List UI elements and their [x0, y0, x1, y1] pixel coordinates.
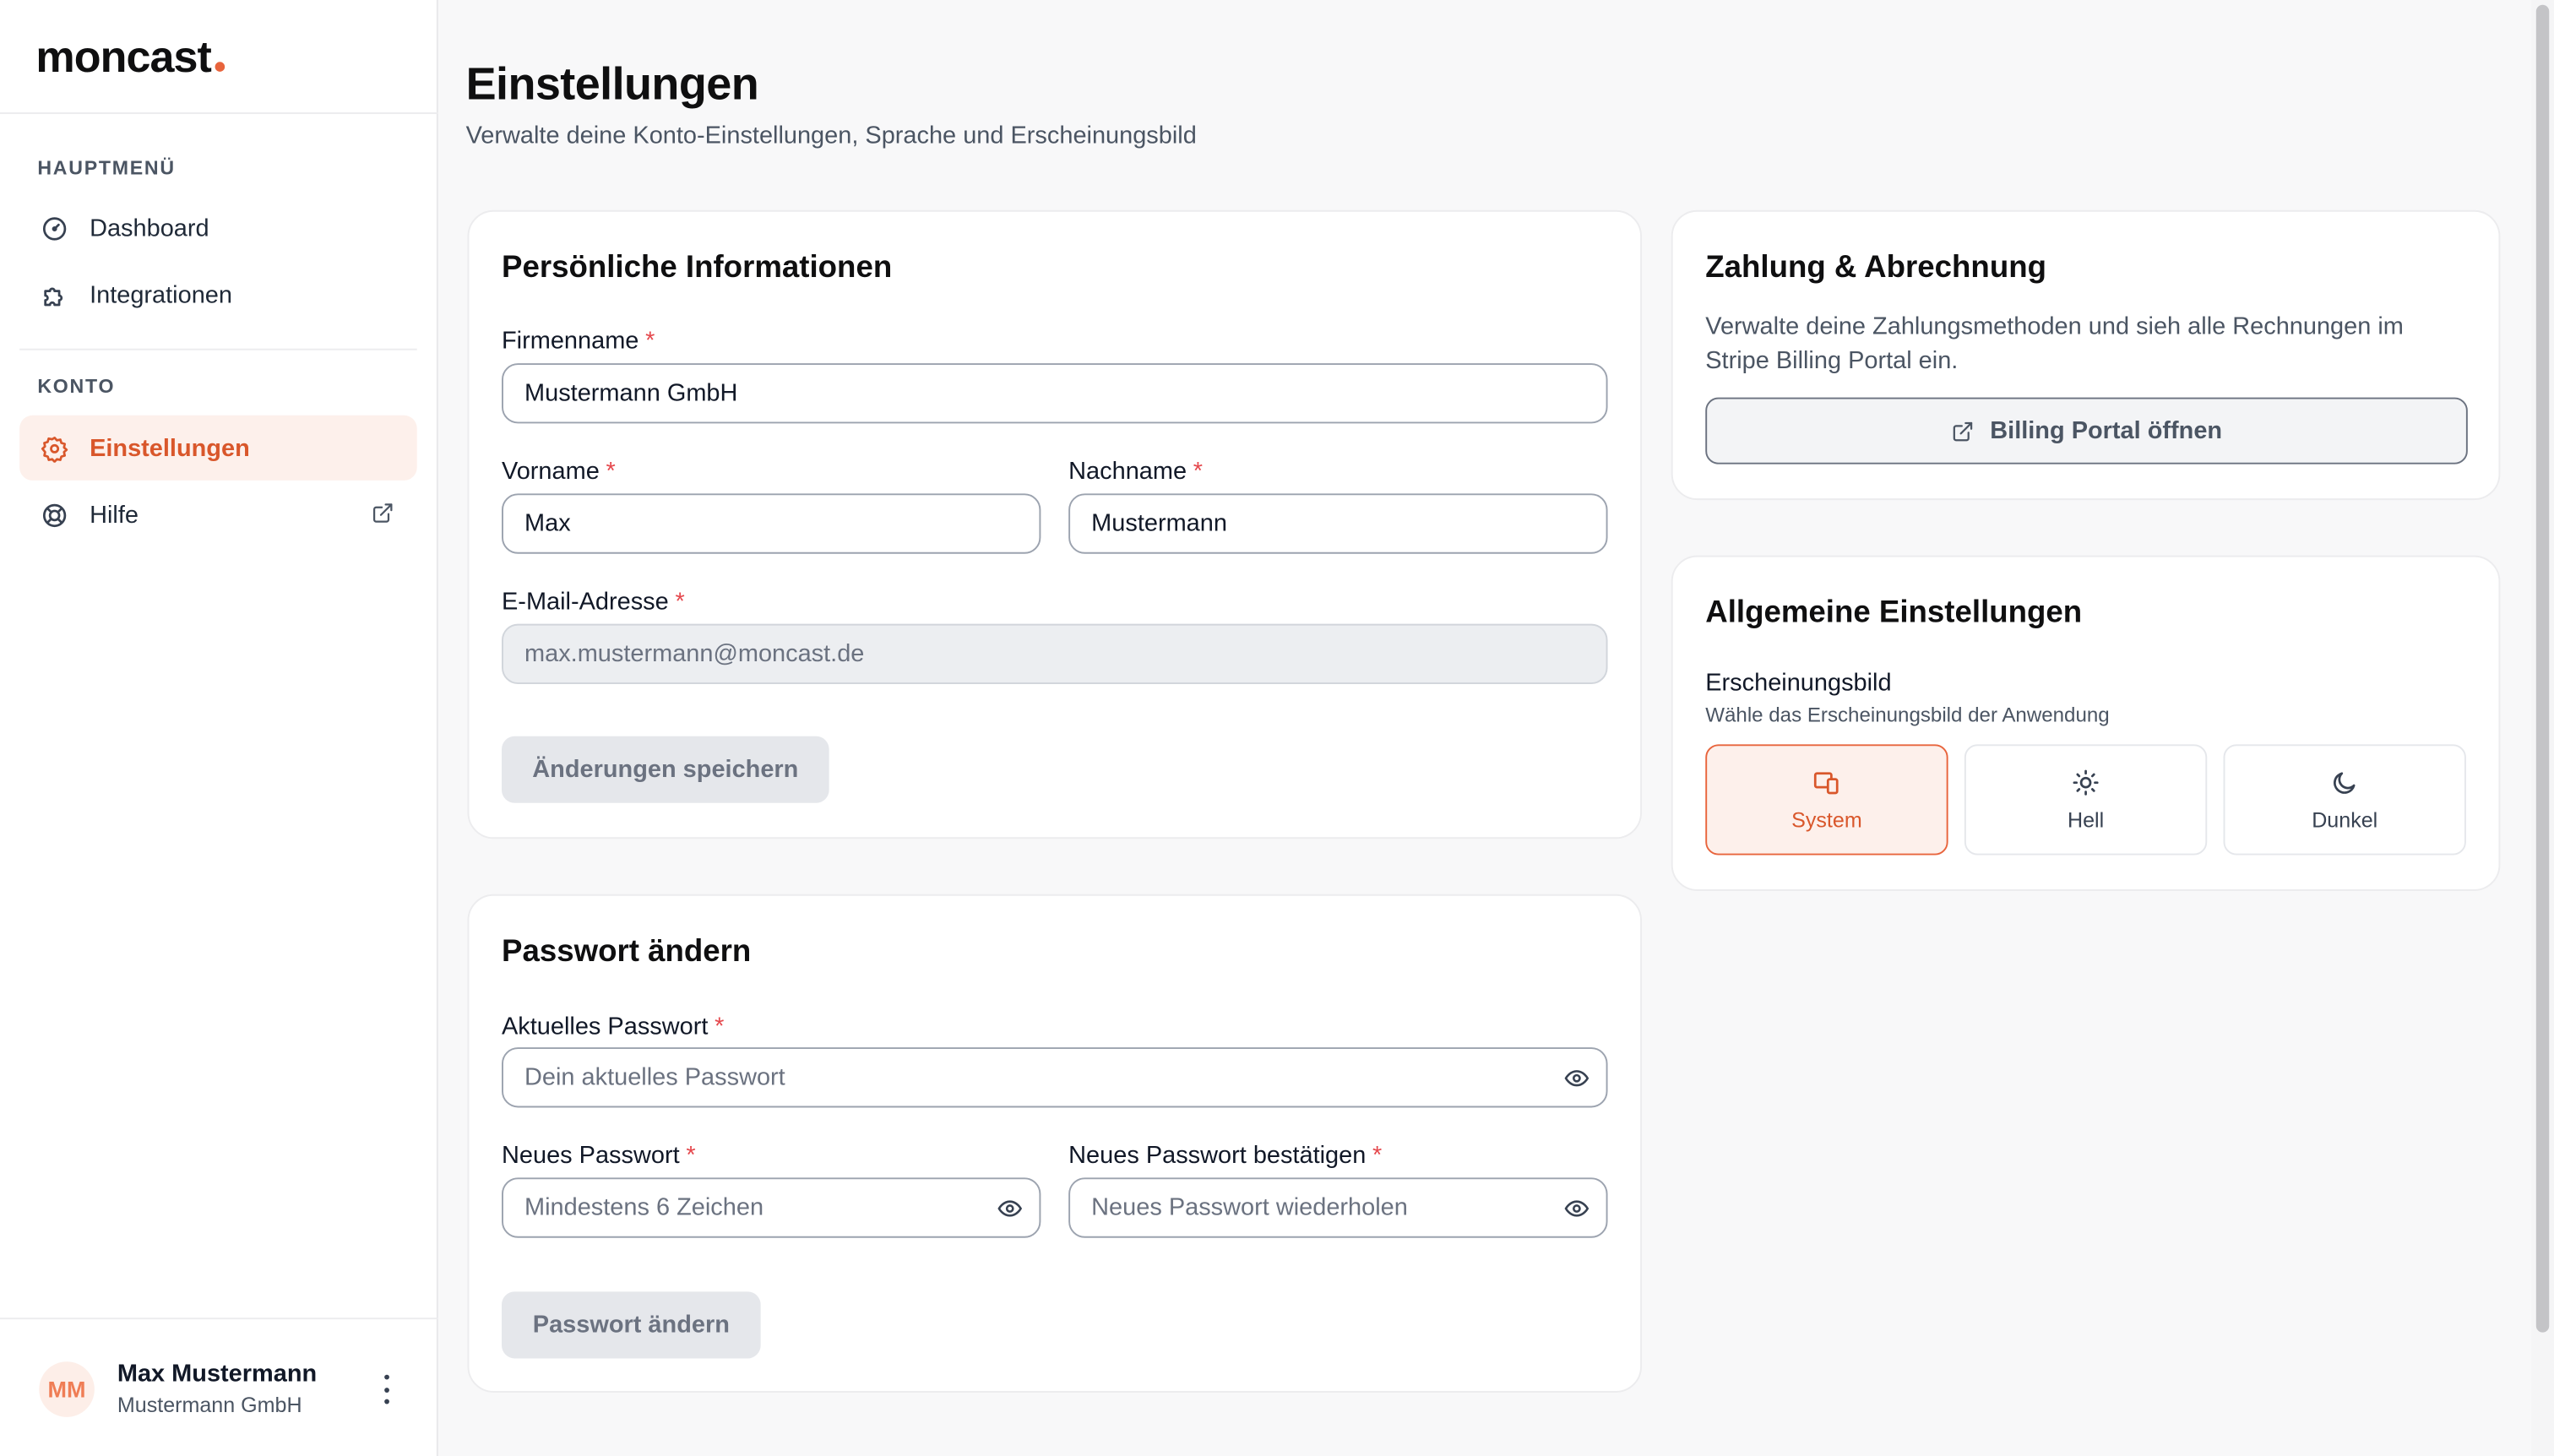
more-vertical-icon[interactable]	[375, 1374, 398, 1404]
scrollbar[interactable]	[2531, 0, 2554, 1456]
current-password-input[interactable]	[502, 1047, 1608, 1108]
required-mark: *	[645, 327, 655, 356]
moon-icon	[2331, 768, 2359, 796]
billing-portal-label: Billing Portal öffnen	[1990, 416, 2223, 445]
billing-title: Zahlung & Abrechnung	[1705, 251, 2046, 285]
theme-option-label: Dunkel	[2312, 807, 2378, 832]
save-changes-button[interactable]: Änderungen speichern	[502, 736, 829, 803]
personal-info-title: Persönliche Informationen	[502, 251, 893, 285]
sidebar-item-settings[interactable]: Einstellungen	[19, 415, 417, 481]
current-password-label: Aktuelles Passwort *	[502, 1013, 725, 1041]
user-company: Mustermann GmbH	[117, 1392, 302, 1417]
required-mark: *	[686, 1141, 696, 1170]
user-name: Max Mustermann	[117, 1360, 318, 1388]
app-window: moncast HAUPTMENÜ Dashboard Integratione…	[0, 0, 2554, 1456]
sidebar-section-divider	[19, 348, 417, 350]
eye-icon[interactable]	[1563, 1196, 1589, 1222]
sidebar-item-label: Einstellungen	[90, 433, 250, 462]
billing-portal-button[interactable]: Billing Portal öffnen	[1705, 397, 2468, 465]
email-input	[502, 623, 1608, 685]
sidebar-divider	[0, 112, 438, 115]
password-title: Passwort ändern	[502, 935, 752, 970]
eye-icon[interactable]	[1563, 1065, 1589, 1091]
lastname-label: Nachname *	[1068, 457, 1204, 486]
external-link-icon	[372, 502, 394, 524]
logo-dot	[214, 62, 225, 72]
scrollbar-thumb[interactable]	[2535, 4, 2550, 1333]
gauge-icon	[41, 215, 68, 242]
external-link-icon	[1951, 420, 1974, 443]
user-profile: MM Max Mustermann Mustermann GmbH	[0, 1317, 438, 1456]
section-label-account: KONTO	[37, 374, 116, 398]
puzzle-icon	[41, 281, 68, 309]
theme-option-system[interactable]: System	[1705, 744, 1948, 856]
required-mark: *	[715, 1013, 725, 1041]
appearance-hint: Wähle das Erscheinungsbild der Anwendung	[1705, 704, 2110, 727]
devices-icon	[1813, 768, 1841, 796]
appearance-label: Erscheinungsbild	[1705, 669, 1892, 698]
sidebar: moncast HAUPTMENÜ Dashboard Integratione…	[0, 0, 438, 1456]
general-settings-title: Allgemeine Einstellungen	[1705, 595, 2083, 631]
password-card: Passwort ändern Aktuelles Passwort * Neue…	[467, 894, 1643, 1393]
theme-option-label: System	[1791, 807, 1862, 832]
page-subtitle: Verwalte deine Konto-Einstellungen, Spra…	[465, 122, 1197, 150]
new-password-label: Neues Passwort *	[502, 1141, 696, 1170]
new-password-input[interactable]	[502, 1177, 1041, 1238]
avatar[interactable]: MM	[39, 1361, 95, 1417]
section-label-main: HAUPTMENÜ	[37, 156, 176, 180]
required-mark: *	[1193, 457, 1204, 486]
firstname-label: Vorname *	[502, 457, 616, 486]
brand-name: moncast	[35, 32, 211, 82]
email-label: E-Mail-Adresse *	[502, 588, 685, 617]
gear-icon	[41, 434, 68, 462]
billing-card: Zahlung & Abrechnung Verwalte deine Zahl…	[1671, 209, 2501, 501]
sun-icon	[2072, 768, 2100, 796]
required-mark: *	[675, 588, 685, 617]
theme-option-dark[interactable]: Dunkel	[2223, 744, 2466, 856]
eye-icon[interactable]	[997, 1196, 1023, 1222]
lifebuoy-icon	[41, 501, 68, 529]
sidebar-item-label: Dashboard	[90, 214, 209, 242]
sidebar-item-label: Hilfe	[90, 501, 139, 529]
sidebar-item-help[interactable]: Hilfe	[19, 482, 417, 547]
brand-logo[interactable]: moncast	[35, 32, 225, 84]
company-label: Firmenname *	[502, 327, 655, 356]
firstname-input[interactable]	[502, 493, 1041, 554]
theme-option-label: Hell	[2067, 807, 2105, 832]
required-mark: *	[606, 457, 616, 486]
lastname-input[interactable]	[1068, 493, 1608, 554]
sidebar-item-label: Integrationen	[90, 280, 232, 309]
page-title: Einstellungen	[465, 58, 759, 110]
required-mark: *	[1372, 1141, 1383, 1170]
company-input[interactable]	[502, 363, 1608, 424]
sidebar-item-integrations[interactable]: Integrationen	[19, 263, 417, 328]
personal-info-card: Persönliche Informationen Firmenname* Vo…	[467, 209, 1643, 839]
theme-option-light[interactable]: Hell	[1964, 744, 2208, 856]
billing-description: Verwalte deine Zahlungsmethoden und sieh…	[1705, 312, 2404, 375]
confirm-password-input[interactable]	[1068, 1177, 1608, 1238]
change-password-button[interactable]: Passwort ändern	[502, 1291, 761, 1359]
sidebar-item-dashboard[interactable]: Dashboard	[19, 195, 417, 260]
confirm-password-label: Neues Passwort bestätigen *	[1068, 1141, 1383, 1170]
